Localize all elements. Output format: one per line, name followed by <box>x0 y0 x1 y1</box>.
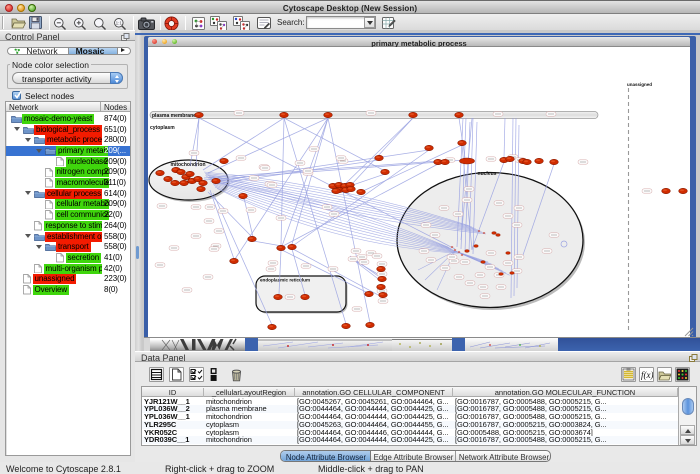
svg-text:unassigned: unassigned <box>627 82 652 87</box>
svg-text:endoplasmic reticulum: endoplasmic reticulum <box>260 278 310 283</box>
svg-text:plasma membrane: plasma membrane <box>152 113 196 119</box>
svg-text:cytoplasm: cytoplasm <box>150 125 175 131</box>
svg-text:f(x): f(x) <box>641 370 653 380</box>
svg-text:1:1: 1:1 <box>116 21 123 26</box>
svg-text:nucleus: nucleus <box>478 171 497 177</box>
